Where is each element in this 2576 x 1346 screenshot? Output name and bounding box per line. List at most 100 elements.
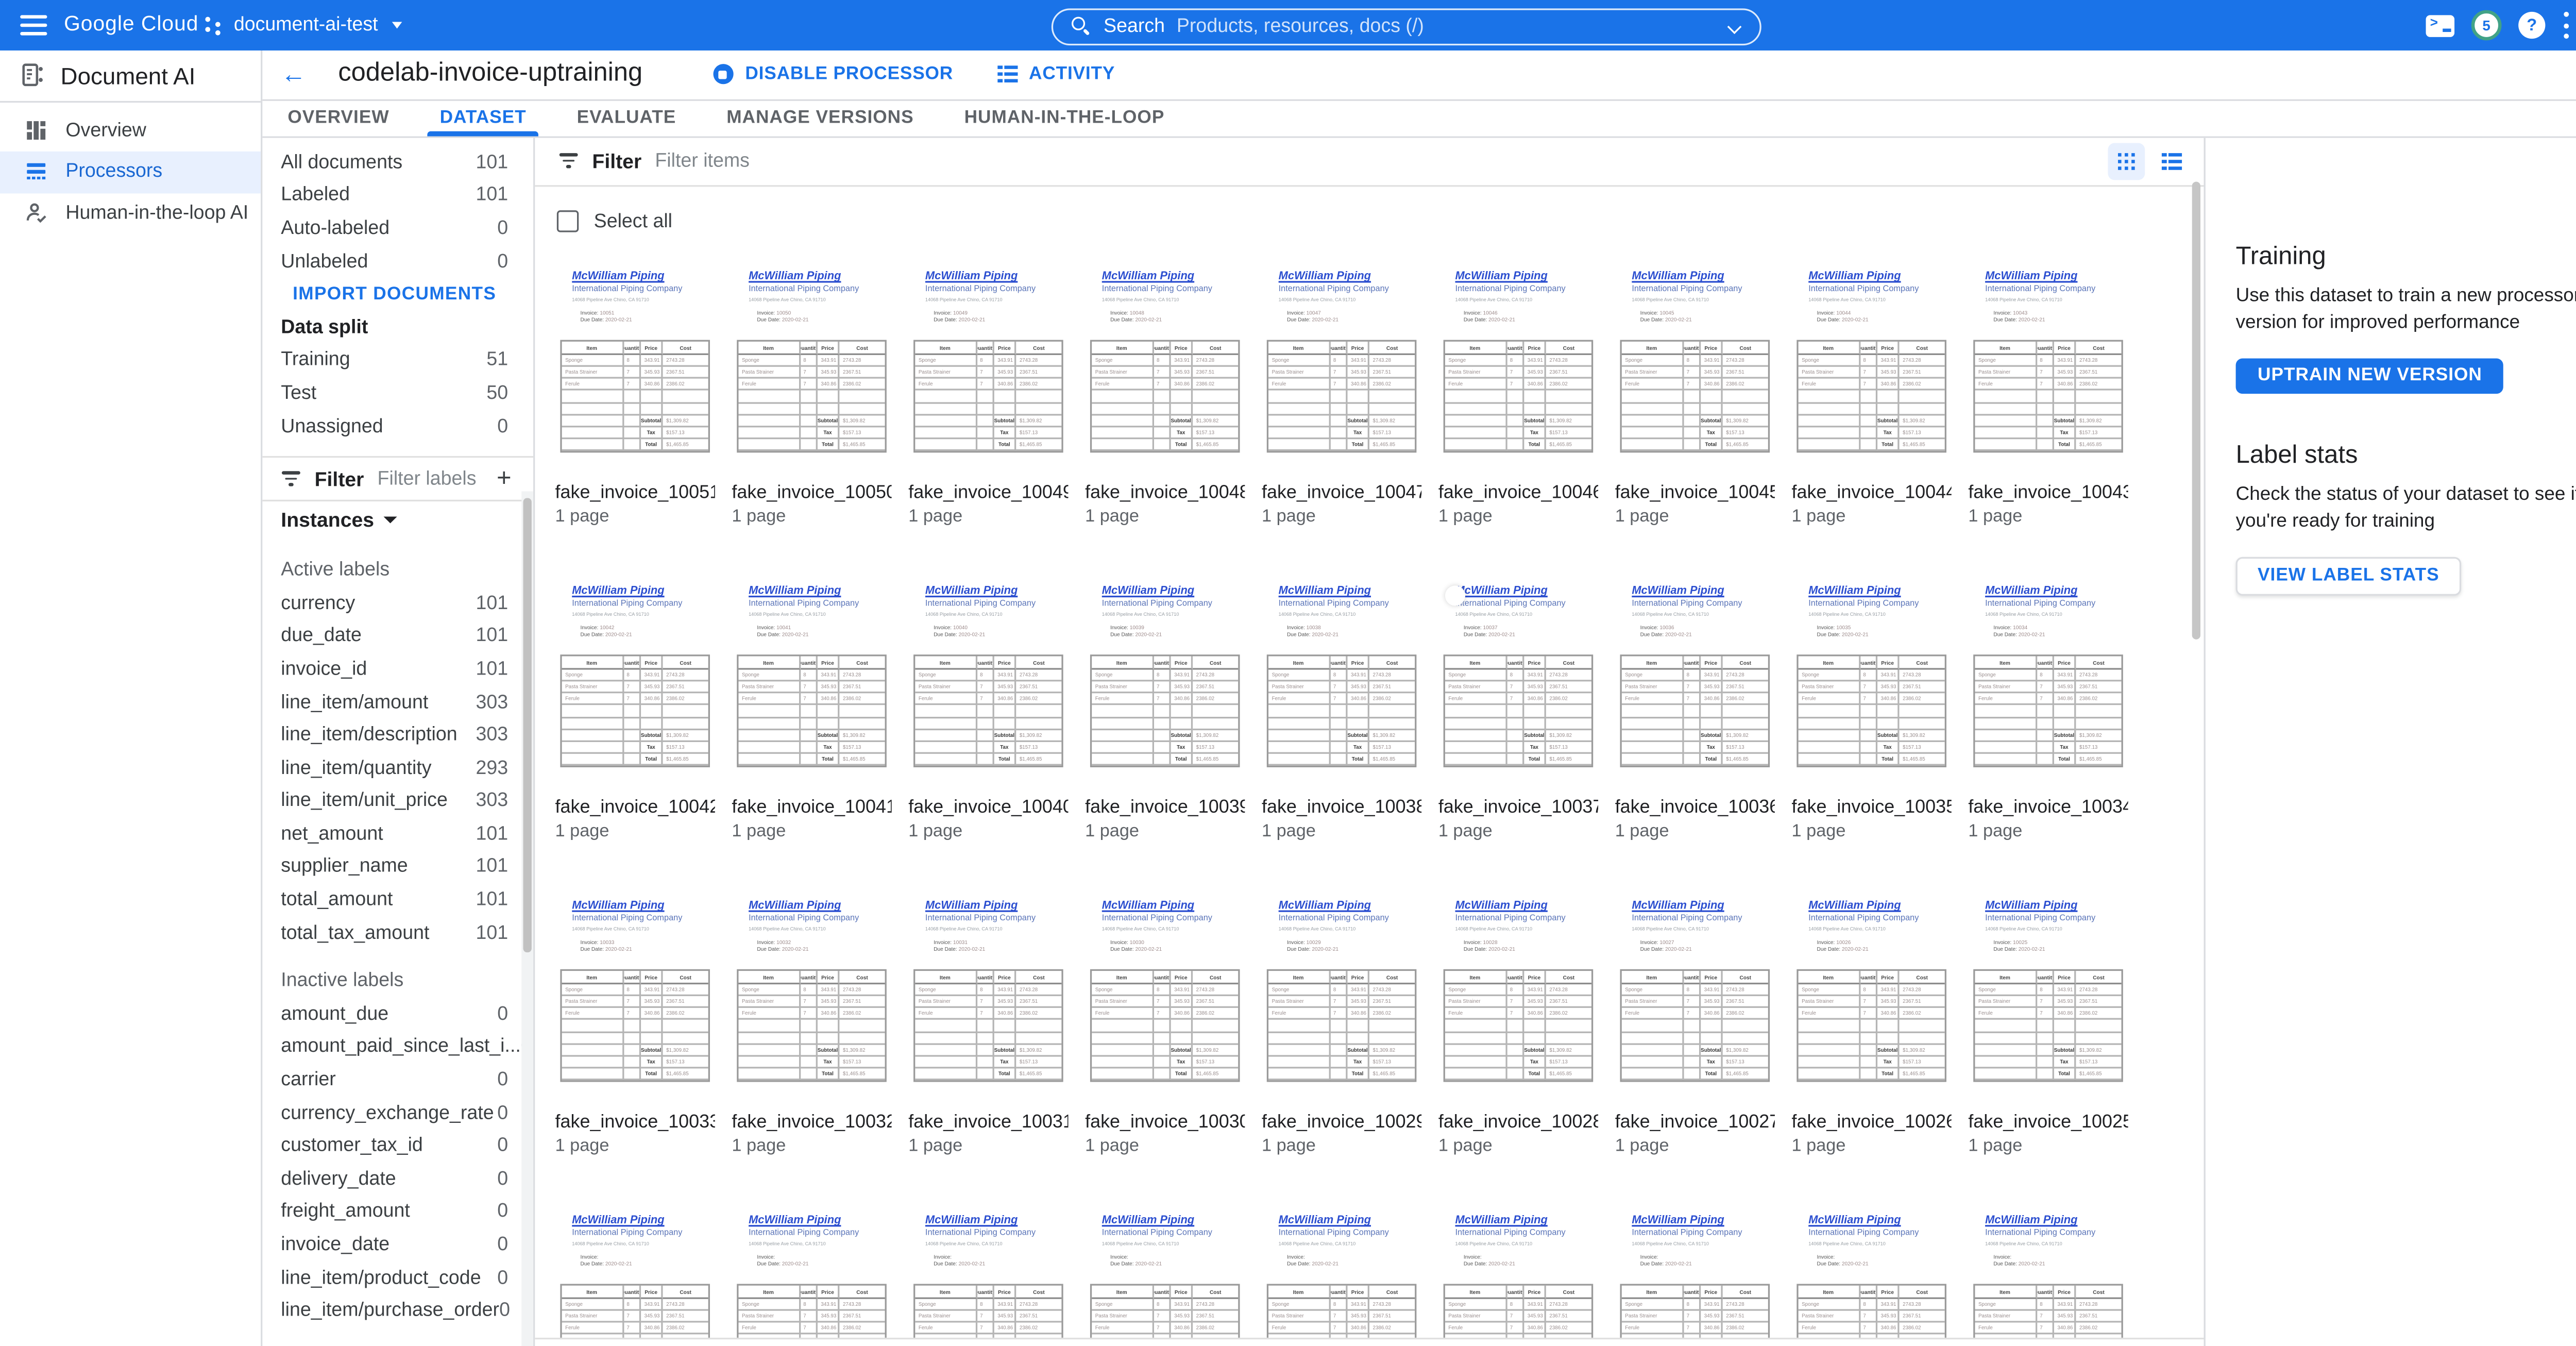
document-card[interactable]: McWilliam Piping International Piping Co…: [1615, 890, 1775, 1156]
label-row[interactable]: carrier0: [262, 1064, 533, 1097]
tab[interactable]: DATASET: [415, 100, 552, 136]
document-thumbnail[interactable]: McWilliam Piping International Piping Co…: [1792, 271, 1952, 469]
label-row[interactable]: total_tax_amount101: [262, 917, 533, 950]
document-thumbnail[interactable]: McWilliam Piping International Piping Co…: [1615, 1215, 1775, 1346]
document-card[interactable]: McWilliam Piping International Piping Co…: [555, 576, 715, 842]
document-thumbnail[interactable]: McWilliam Piping International Piping Co…: [732, 900, 891, 1099]
document-thumbnail[interactable]: McWilliam Piping International Piping Co…: [1262, 271, 1421, 469]
filter-items-input[interactable]: Filter items: [655, 151, 750, 171]
split-row[interactable]: Test50: [262, 377, 533, 410]
document-card[interactable]: McWilliam Piping International Piping Co…: [908, 576, 1068, 842]
label-row[interactable]: currency_exchange_rate0: [262, 1097, 533, 1130]
document-thumbnail[interactable]: McWilliam Piping International Piping Co…: [555, 1215, 715, 1346]
document-thumbnail[interactable]: McWilliam Piping International Piping Co…: [1438, 1215, 1598, 1346]
document-card[interactable]: McWilliam Piping International Piping Co…: [1438, 576, 1598, 842]
view-label-stats-button[interactable]: VIEW LABEL STATS: [2236, 557, 2462, 596]
document-thumbnail[interactable]: McWilliam Piping International Piping Co…: [1615, 585, 1775, 784]
document-card[interactable]: McWilliam Piping International Piping Co…: [1262, 576, 1421, 842]
document-card[interactable]: McWilliam Piping International Piping Co…: [908, 1205, 1068, 1346]
label-row[interactable]: line_item/description303: [262, 719, 533, 752]
document-card[interactable]: McWilliam Piping International Piping Co…: [1968, 261, 2128, 527]
select-all-control[interactable]: Select all: [557, 210, 672, 232]
document-thumbnail[interactable]: McWilliam Piping International Piping Co…: [1968, 271, 2128, 469]
document-thumbnail[interactable]: McWilliam Piping International Piping Co…: [1438, 585, 1598, 784]
label-row[interactable]: customer_tax_id0: [262, 1130, 533, 1163]
document-card[interactable]: McWilliam Piping International Piping Co…: [732, 890, 891, 1156]
document-thumbnail[interactable]: McWilliam Piping International Piping Co…: [555, 900, 715, 1099]
label-row[interactable]: line_item/purchase_order0: [262, 1294, 533, 1327]
notifications-badge[interactable]: 5: [2471, 10, 2502, 41]
document-card[interactable]: McWilliam Piping International Piping Co…: [1792, 576, 1952, 842]
document-thumbnail[interactable]: McWilliam Piping International Piping Co…: [732, 271, 891, 469]
document-thumbnail[interactable]: McWilliam Piping International Piping Co…: [732, 1215, 891, 1346]
document-card[interactable]: McWilliam Piping International Piping Co…: [1792, 890, 1952, 1156]
document-card[interactable]: McWilliam Piping International Piping Co…: [555, 261, 715, 527]
label-row[interactable]: line_item/product_code0: [262, 1261, 533, 1294]
document-card[interactable]: McWilliam Piping International Piping Co…: [1262, 1205, 1421, 1346]
document-thumbnail[interactable]: McWilliam Piping International Piping Co…: [555, 271, 715, 469]
main-scrollbar-thumb[interactable]: [2192, 182, 2200, 640]
split-row[interactable]: Training51: [262, 344, 533, 377]
label-row[interactable]: amount_paid_since_last_i...0: [262, 1031, 533, 1064]
count-row[interactable]: Labeled101: [262, 179, 533, 212]
sidebar-item-processors[interactable]: Processors: [0, 152, 261, 193]
filter-labels-input[interactable]: Filter labels: [378, 469, 483, 490]
document-card[interactable]: McWilliam Piping International Piping Co…: [555, 890, 715, 1156]
label-row[interactable]: invoice_id101: [262, 653, 533, 686]
document-card[interactable]: McWilliam Piping International Piping Co…: [1438, 1205, 1598, 1346]
label-row[interactable]: line_item/amount303: [262, 686, 533, 719]
cloud-shell-icon[interactable]: [2426, 14, 2455, 36]
grid-view-button[interactable]: [2108, 143, 2145, 180]
label-row[interactable]: freight_amount0: [262, 1196, 533, 1229]
document-card[interactable]: McWilliam Piping International Piping Co…: [1085, 261, 1245, 527]
document-thumbnail[interactable]: McWilliam Piping International Piping Co…: [1438, 271, 1598, 469]
document-thumbnail[interactable]: McWilliam Piping International Piping Co…: [555, 585, 715, 784]
label-row[interactable]: line_item/quantity293: [262, 752, 533, 785]
disable-processor-button[interactable]: DISABLE PROCESSOR: [713, 64, 953, 85]
label-row[interactable]: delivery_date0: [262, 1163, 533, 1196]
add-label-button[interactable]: +: [497, 467, 512, 492]
split-row[interactable]: Unassigned0: [262, 410, 533, 443]
document-card[interactable]: McWilliam Piping International Piping Co…: [1085, 576, 1245, 842]
document-card[interactable]: McWilliam Piping International Piping Co…: [1615, 576, 1775, 842]
google-cloud-logo[interactable]: Google Cloud: [64, 12, 198, 36]
menu-icon[interactable]: [20, 15, 47, 35]
document-thumbnail[interactable]: McWilliam Piping International Piping Co…: [1262, 900, 1421, 1099]
document-thumbnail[interactable]: McWilliam Piping International Piping Co…: [1262, 585, 1421, 784]
document-thumbnail[interactable]: McWilliam Piping International Piping Co…: [1615, 900, 1775, 1099]
document-thumbnail[interactable]: McWilliam Piping International Piping Co…: [1792, 585, 1952, 784]
document-thumbnail[interactable]: McWilliam Piping International Piping Co…: [1262, 1215, 1421, 1346]
activity-button[interactable]: ACTIVITY: [997, 64, 1115, 85]
document-thumbnail[interactable]: McWilliam Piping International Piping Co…: [1438, 900, 1598, 1099]
document-thumbnail[interactable]: McWilliam Piping International Piping Co…: [1085, 585, 1245, 784]
back-arrow-icon[interactable]: ←: [281, 62, 306, 87]
instances-dropdown[interactable]: Instances: [262, 502, 533, 539]
document-thumbnail[interactable]: McWilliam Piping International Piping Co…: [908, 585, 1068, 784]
document-card[interactable]: McWilliam Piping International Piping Co…: [1615, 261, 1775, 527]
label-row[interactable]: due_date101: [262, 620, 533, 653]
tab[interactable]: EVALUATE: [552, 100, 702, 136]
document-card[interactable]: McWilliam Piping International Piping Co…: [555, 1205, 715, 1346]
document-card[interactable]: McWilliam Piping International Piping Co…: [732, 261, 891, 527]
document-thumbnail[interactable]: McWilliam Piping International Piping Co…: [732, 585, 891, 784]
document-card[interactable]: McWilliam Piping International Piping Co…: [1085, 1205, 1245, 1346]
document-thumbnail[interactable]: McWilliam Piping International Piping Co…: [1085, 271, 1245, 469]
project-picker[interactable]: document-ai-test: [205, 10, 401, 41]
sidebar-item-hitl[interactable]: Human-in-the-loop AI: [0, 193, 261, 234]
document-card[interactable]: McWilliam Piping International Piping Co…: [1968, 890, 2128, 1156]
document-card[interactable]: McWilliam Piping International Piping Co…: [1968, 1205, 2128, 1346]
document-card[interactable]: McWilliam Piping International Piping Co…: [1438, 261, 1598, 527]
list-view-button[interactable]: [2154, 143, 2191, 180]
count-row[interactable]: Auto-labeled0: [262, 212, 533, 245]
panel-scrollbar-thumb[interactable]: [523, 498, 531, 953]
import-documents-button[interactable]: IMPORT DOCUMENTS: [262, 278, 533, 311]
document-thumbnail[interactable]: McWilliam Piping International Piping Co…: [1968, 1215, 2128, 1346]
document-card[interactable]: McWilliam Piping International Piping Co…: [1262, 261, 1421, 527]
document-card[interactable]: McWilliam Piping International Piping Co…: [1262, 890, 1421, 1156]
document-thumbnail[interactable]: McWilliam Piping International Piping Co…: [1968, 900, 2128, 1099]
select-all-checkbox[interactable]: [557, 210, 579, 232]
document-card[interactable]: McWilliam Piping International Piping Co…: [732, 576, 891, 842]
count-row[interactable]: Unlabeled0: [262, 245, 533, 278]
tab[interactable]: MANAGE VERSIONS: [701, 100, 939, 136]
tab[interactable]: OVERVIEW: [262, 100, 414, 136]
